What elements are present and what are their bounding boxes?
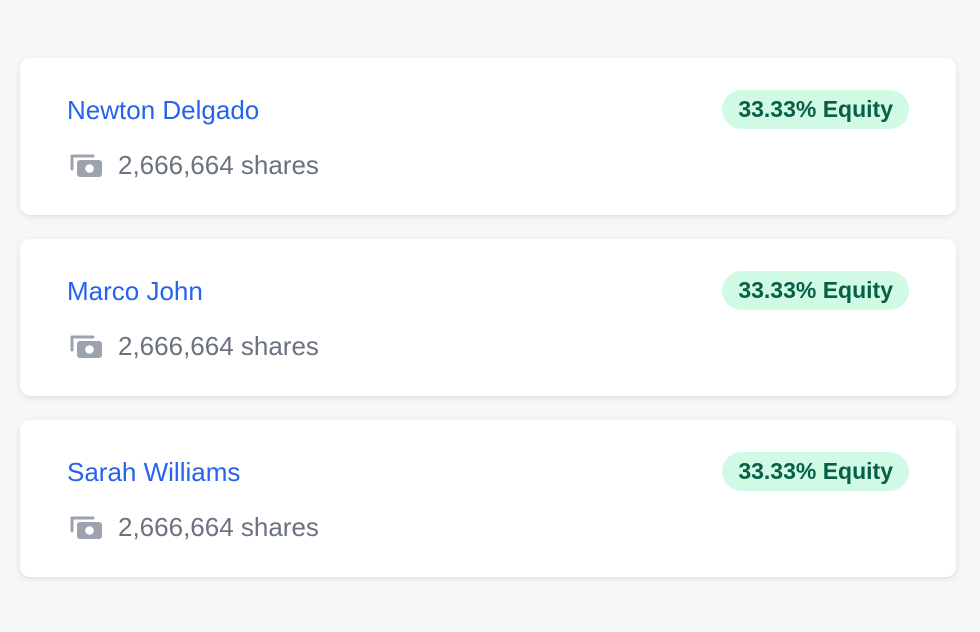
- money-bills-icon: [69, 514, 103, 540]
- shares-count: 2,666,664 shares: [118, 150, 319, 180]
- equity-badge: 33.33% Equity: [722, 271, 909, 310]
- money-bills-icon: [69, 333, 103, 359]
- equity-badge: 33.33% Equity: [722, 90, 909, 129]
- shares-row: 2,666,664 shares: [69, 329, 319, 363]
- shareholder-name-link[interactable]: Newton Delgado: [67, 95, 259, 125]
- shareholder-card: Newton Delgado 33.33% Equity 2,666,664 s…: [20, 58, 956, 215]
- shareholder-card: Sarah Williams 33.33% Equity 2,666,664 s…: [20, 420, 956, 577]
- money-bills-icon: [69, 152, 103, 178]
- shareholder-name-link[interactable]: Marco John: [67, 276, 203, 306]
- shareholder-name-link[interactable]: Sarah Williams: [67, 457, 240, 487]
- shares-count: 2,666,664 shares: [118, 331, 319, 361]
- shareholder-card: Marco John 33.33% Equity 2,666,664 share…: [20, 239, 956, 396]
- shares-row: 2,666,664 shares: [69, 148, 319, 182]
- shareholder-list: Newton Delgado 33.33% Equity 2,666,664 s…: [20, 58, 956, 601]
- shares-row: 2,666,664 shares: [69, 510, 319, 544]
- shares-count: 2,666,664 shares: [118, 512, 319, 542]
- equity-badge: 33.33% Equity: [722, 452, 909, 491]
